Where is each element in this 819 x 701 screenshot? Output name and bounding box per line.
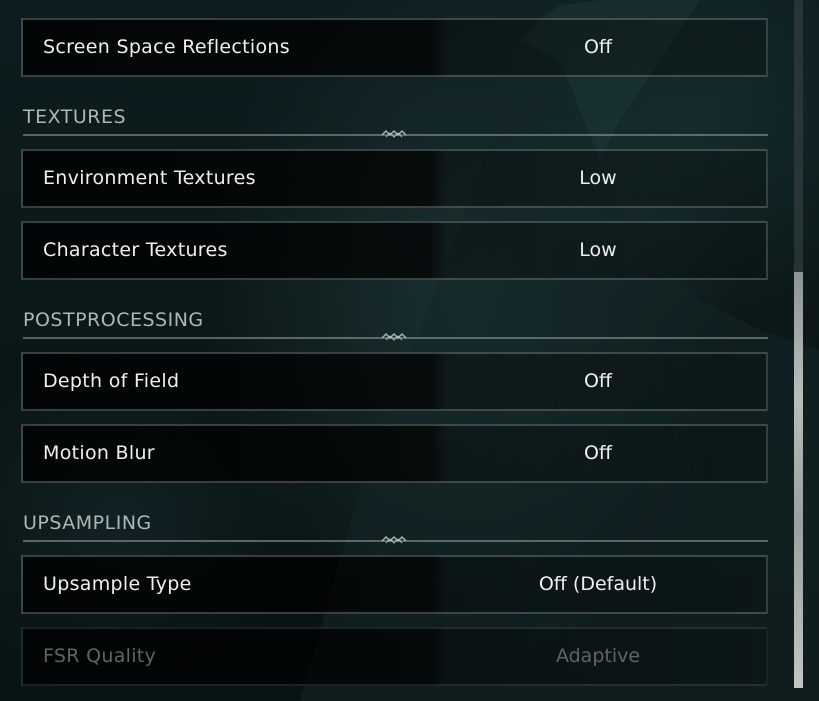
setting-label: Environment Textures	[43, 167, 256, 189]
section-header-postprocessing: POSTPROCESSING	[23, 309, 768, 341]
fsr-quality-setting: FSR Quality Adaptive	[21, 627, 768, 686]
motion-blur-setting[interactable]: Motion Blur Off	[21, 424, 768, 483]
setting-label: Upsample Type	[43, 573, 192, 595]
depth-of-field-setting[interactable]: Depth of Field Off	[21, 352, 768, 411]
graphics-settings-list: Screen Space Reflections Off TEXTURES En…	[0, 0, 790, 701]
ornament-icon	[381, 333, 407, 341]
character-textures-setting[interactable]: Character Textures Low	[21, 221, 768, 280]
section-title: POSTPROCESSING	[23, 309, 204, 331]
section-header-upsampling: UPSAMPLING	[23, 512, 768, 544]
setting-value[interactable]: Low	[428, 223, 768, 278]
section-title: UPSAMPLING	[23, 512, 152, 534]
setting-value[interactable]: Off	[428, 20, 768, 75]
setting-label: Screen Space Reflections	[43, 36, 290, 58]
setting-label: Depth of Field	[43, 370, 180, 392]
setting-value[interactable]: Off	[428, 354, 768, 409]
setting-value[interactable]: Off	[428, 426, 768, 481]
setting-value[interactable]: Off (Default)	[428, 557, 768, 612]
upsample-type-setting[interactable]: Upsample Type Off (Default)	[21, 555, 768, 614]
setting-value: Adaptive	[555, 645, 641, 667]
scrollbar-track[interactable]	[794, 0, 803, 688]
setting-value[interactable]: Low	[428, 151, 768, 206]
scrollbar-thumb[interactable]	[794, 272, 803, 688]
section-header-textures: TEXTURES	[23, 106, 768, 138]
ornament-icon	[381, 536, 407, 544]
ornament-icon	[381, 130, 407, 138]
setting-label: Character Textures	[43, 239, 228, 261]
setting-label: Motion Blur	[43, 442, 155, 464]
environment-textures-setting[interactable]: Environment Textures Low	[21, 149, 768, 208]
section-title: TEXTURES	[23, 106, 127, 128]
setting-label: FSR Quality	[43, 645, 157, 667]
screen-space-reflections-setting[interactable]: Screen Space Reflections Off	[21, 18, 768, 77]
